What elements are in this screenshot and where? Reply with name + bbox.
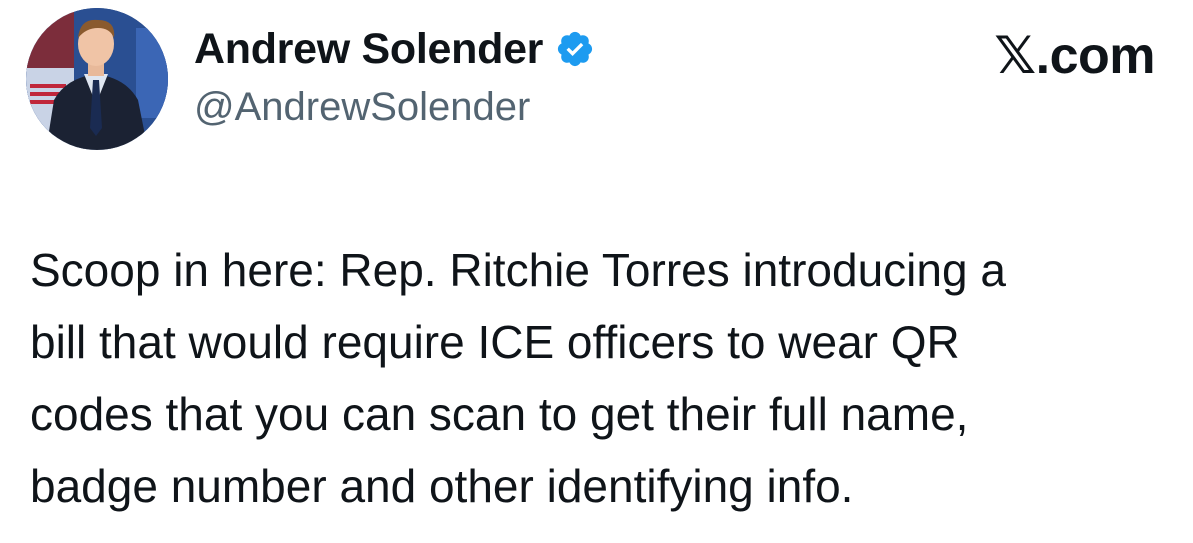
x-logo-source: 𝕏.com: [994, 27, 1155, 85]
tweet-card: Andrew Solender @AndrewSolender 𝕏.com Sc…: [0, 0, 1193, 543]
author-handle[interactable]: @AndrewSolender: [194, 82, 530, 132]
avatar[interactable]: [26, 8, 168, 150]
verified-badge-icon: [555, 29, 595, 69]
author-name-row: Andrew Solender: [194, 24, 595, 74]
tweet-text-line: bill that would require ICE officers to …: [30, 316, 960, 368]
tweet-text: Scoop in here: Rep. Ritchie Torres intro…: [30, 234, 1180, 522]
tweet-text-line: badge number and other identifying info.: [30, 460, 854, 512]
display-name[interactable]: Andrew Solender: [194, 24, 543, 74]
profile-photo-icon: [26, 8, 168, 150]
tweet-text-line: codes that you can scan to get their ful…: [30, 388, 969, 440]
tweet-text-line: Scoop in here: Rep. Ritchie Torres intro…: [30, 244, 1006, 296]
